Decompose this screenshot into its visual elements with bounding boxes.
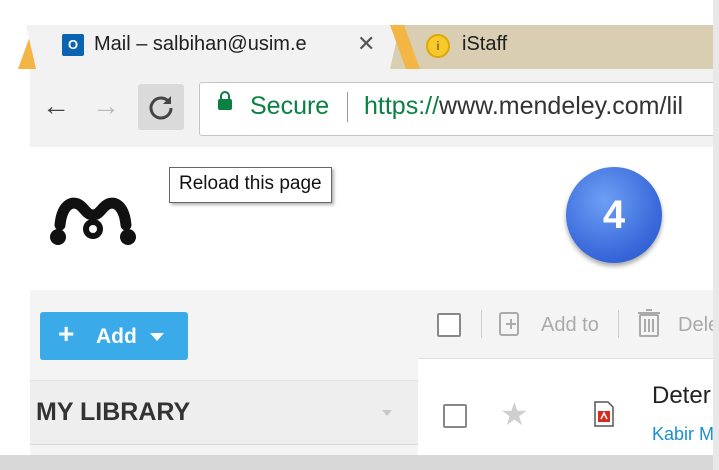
- toolbar-divider: [618, 310, 619, 338]
- pdf-icon: [594, 401, 614, 427]
- right-edge: [713, 0, 719, 470]
- document-author[interactable]: Kabir M: [652, 424, 714, 445]
- back-button[interactable]: ←: [42, 90, 70, 122]
- caret-down-icon: [150, 333, 164, 341]
- caret-down-icon[interactable]: [382, 410, 392, 416]
- step-badge: 4: [566, 167, 662, 263]
- mendeley-logo[interactable]: [48, 185, 138, 255]
- lock-icon: [218, 91, 232, 110]
- tab-istaff-title[interactable]: iStaff: [462, 33, 507, 56]
- document-title[interactable]: Deter: [652, 382, 711, 410]
- add-button[interactable]: + Add: [40, 312, 188, 360]
- plus-icon: +: [58, 318, 75, 349]
- toolbar-divider: [481, 310, 482, 338]
- add-to-button[interactable]: Add to: [541, 314, 599, 337]
- secure-label: Secure: [250, 92, 330, 120]
- reload-tooltip: Reload this page: [169, 167, 332, 203]
- url-scheme: https://: [364, 92, 440, 120]
- divider: [30, 444, 418, 445]
- forward-button[interactable]: →: [92, 90, 120, 122]
- row-checkbox[interactable]: [443, 404, 467, 428]
- add-button-label: Add: [96, 325, 137, 348]
- select-all-checkbox[interactable]: [437, 313, 461, 337]
- star-icon[interactable]: ★: [500, 398, 529, 430]
- add-to-folder-icon[interactable]: [498, 309, 522, 337]
- browser-window: O Mail – salbihan@usim.e ✕ i iStaff ← → …: [0, 0, 719, 470]
- url-text[interactable]: https://www.mendeley.com/lil: [364, 92, 683, 121]
- tab-mail-title[interactable]: Mail – salbihan@usim.e: [94, 33, 307, 56]
- outlook-icon: O: [62, 34, 84, 56]
- reload-icon[interactable]: [147, 93, 175, 121]
- omnibox-divider: [347, 92, 348, 122]
- url-host: www.mendeley.com/lil: [439, 92, 684, 120]
- trash-icon[interactable]: [637, 308, 661, 338]
- close-icon[interactable]: ✕: [357, 31, 375, 57]
- sidebar-item-label: MY LIBRARY: [36, 398, 191, 426]
- istaff-icon: i: [426, 34, 450, 58]
- bottom-edge: [0, 455, 719, 470]
